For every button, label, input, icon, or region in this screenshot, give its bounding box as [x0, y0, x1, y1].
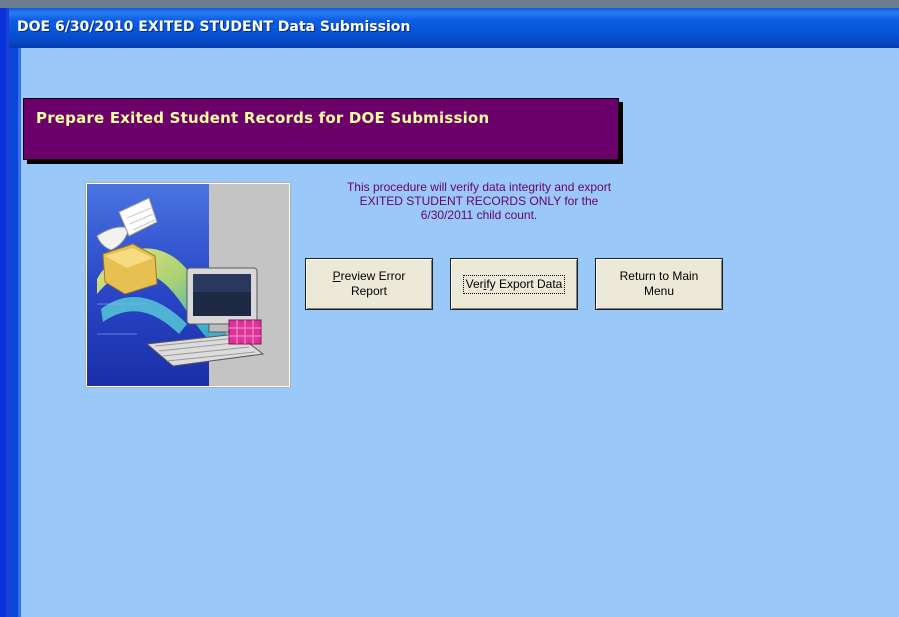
banner-title: Prepare Exited Student Records for DOE S… [36, 109, 490, 127]
window-left-border [9, 48, 21, 617]
preview-error-report-label: Preview Error Report [331, 268, 408, 300]
export-illustration [85, 182, 291, 388]
verify-label-post: fy Export Data [486, 276, 563, 291]
preview-error-report-button[interactable]: Preview Error Report [305, 258, 433, 310]
header-banner: Prepare Exited Student Records for DOE S… [23, 98, 619, 160]
return-label-line2: Menu [643, 284, 674, 298]
window-title: DOE 6/30/2010 EXITED STUDENT Data Submis… [17, 19, 411, 35]
window-titlebar[interactable]: DOE 6/30/2010 EXITED STUDENT Data Submis… [9, 8, 899, 48]
return-to-main-menu-button[interactable]: Return to Main Menu [595, 258, 723, 310]
description-line-3: 6/30/2011 child count. [420, 208, 538, 222]
desktop-background [0, 0, 899, 8]
verify-label-pre: Ver [465, 276, 484, 291]
preview-label-line1: review Error [340, 269, 406, 283]
verify-export-data-button[interactable]: Verify Export Data [450, 258, 578, 310]
return-to-main-menu-label: Return to Main Menu [618, 268, 701, 300]
verify-export-data-label: Verify Export Data [462, 274, 566, 294]
procedure-description: This procedure will verify data integrit… [309, 180, 649, 222]
description-line-1: This procedure will verify data integrit… [346, 180, 612, 194]
preview-label-line2: Report [350, 284, 387, 298]
background-window-edge [0, 8, 9, 617]
computer-data-export-illustration-icon [87, 184, 289, 386]
application-window: DOE 6/30/2010 EXITED STUDENT Data Submis… [9, 8, 899, 617]
return-label-line1: Return to Main [619, 269, 699, 283]
preview-mnemonic: P [332, 269, 341, 283]
description-line-2: EXITED STUDENT RECORDS ONLY for the [359, 194, 599, 208]
